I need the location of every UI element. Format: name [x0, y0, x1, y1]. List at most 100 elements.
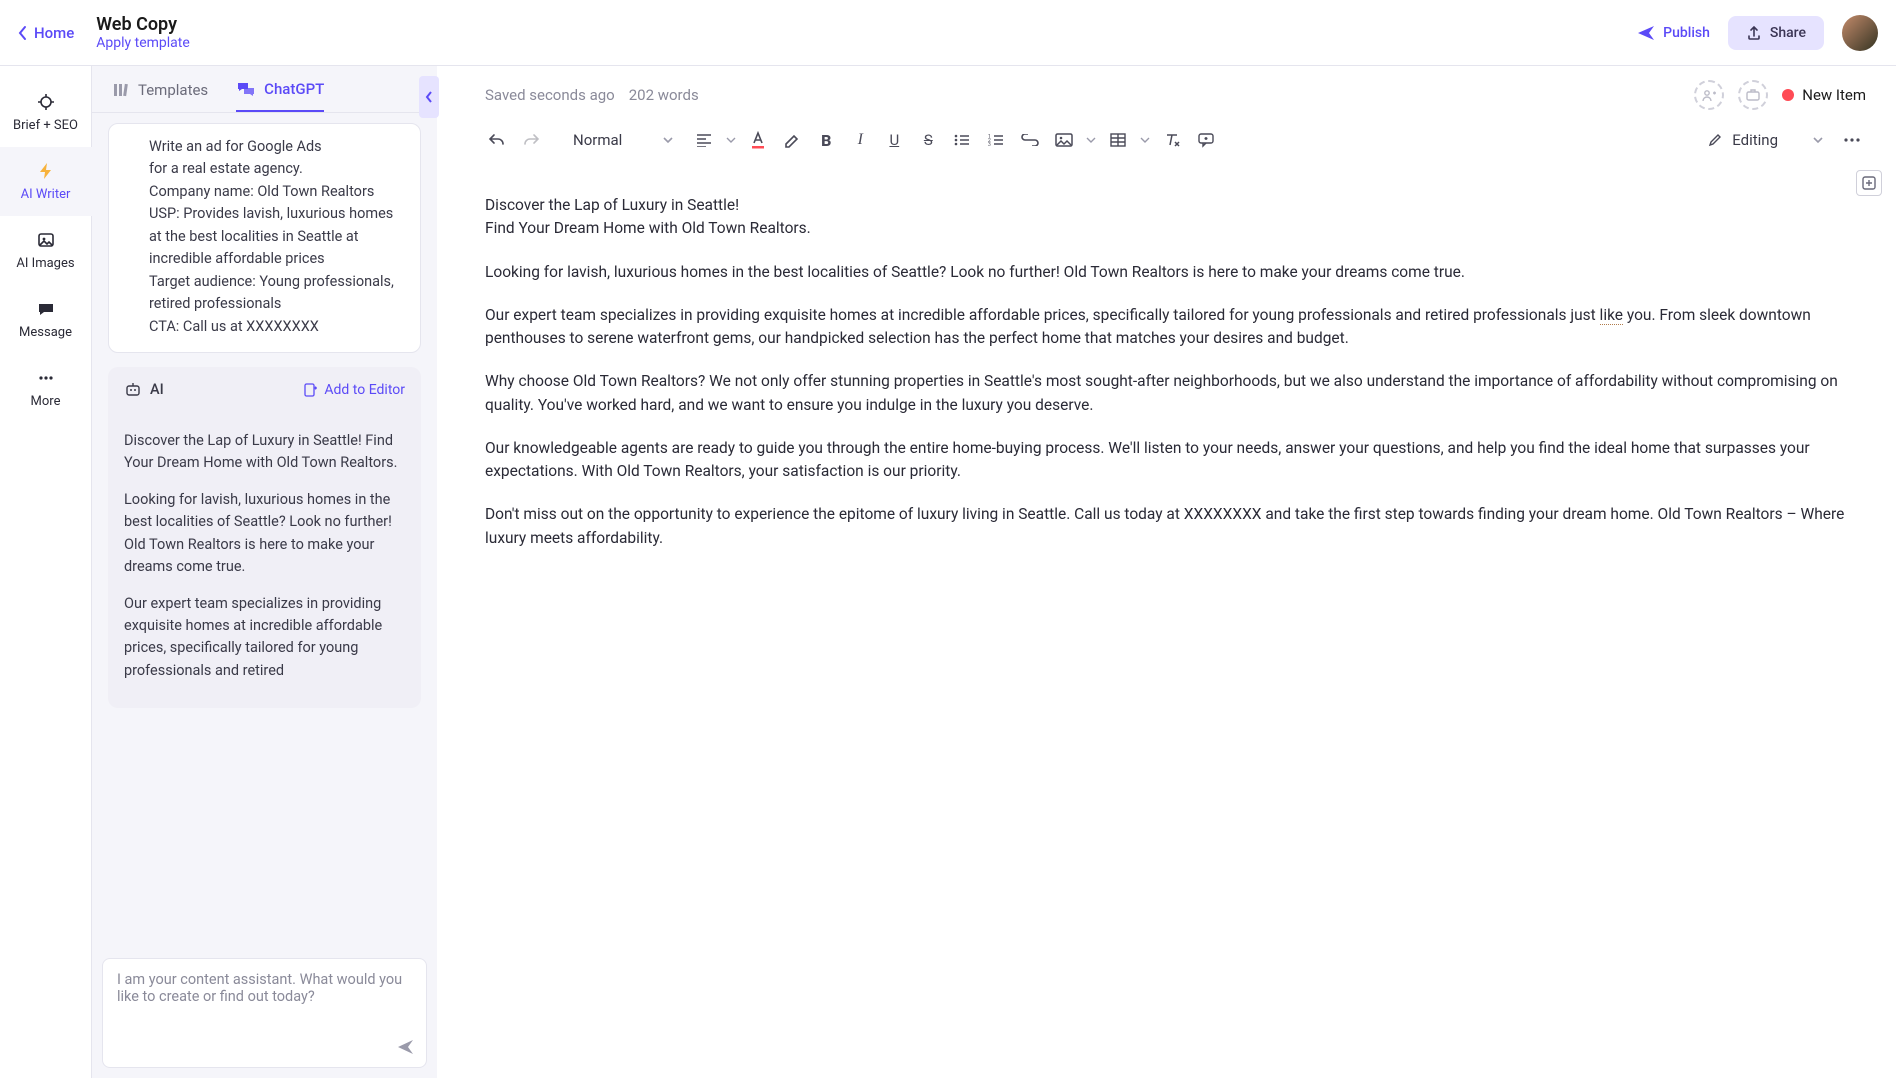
user-message-text: Write an ad for Google Ads for a real es… — [149, 138, 394, 335]
upload-icon — [1746, 25, 1762, 41]
user-plus-icon — [1701, 88, 1717, 102]
dots-icon — [36, 368, 56, 388]
chat-input-placeholder: I am your content assistant. What would … — [117, 971, 402, 1005]
ordered-list-button[interactable]: 123 — [982, 126, 1010, 154]
table-button[interactable] — [1104, 126, 1132, 154]
rail-brief-label: Brief + SEO — [13, 118, 78, 133]
strike-button[interactable]: S — [914, 126, 942, 154]
image-icon — [36, 230, 56, 250]
more-button[interactable] — [1838, 126, 1866, 154]
doc-paragraph: Discover the Lap of Luxury in Seattle! F… — [485, 194, 1848, 241]
templates-icon — [112, 81, 130, 99]
rail-message-label: Message — [19, 325, 72, 340]
format-select[interactable]: Normal — [563, 131, 684, 149]
dots-icon — [1844, 138, 1860, 142]
rail-brief-seo[interactable]: Brief + SEO — [0, 78, 92, 147]
bullet-list-button[interactable] — [948, 126, 976, 154]
send-button[interactable] — [396, 1037, 416, 1057]
avatar[interactable] — [1842, 15, 1878, 51]
side-panel: Templates ChatGPT Write an ad for Google… — [92, 66, 437, 1078]
briefcase-icon — [1745, 88, 1761, 102]
topbar: Home Web Copy Apply template Publish Sha… — [0, 0, 1896, 66]
publish-label: Publish — [1663, 25, 1710, 41]
chat-icon — [36, 299, 56, 319]
ai-message: AI Add to Editor Discover the Lap of Lux… — [108, 367, 421, 708]
italic-button[interactable]: I — [846, 126, 874, 154]
bold-button[interactable]: B — [812, 126, 840, 154]
underline-button[interactable]: U — [880, 126, 908, 154]
image-button[interactable] — [1050, 126, 1078, 154]
link-icon — [1021, 134, 1039, 146]
format-label: Normal — [573, 131, 622, 149]
rail-ai-writer[interactable]: AI Writer — [0, 147, 92, 216]
highlight-icon — [783, 132, 801, 148]
doc-paragraph: Our knowledgeable agents are ready to gu… — [485, 437, 1848, 484]
doc-title: Web Copy — [96, 14, 190, 35]
clear-format-button[interactable] — [1158, 126, 1186, 154]
ai-label-text: AI — [150, 379, 164, 401]
add-block-button[interactable] — [1856, 170, 1882, 196]
rail-message[interactable]: Message — [0, 285, 92, 354]
ordered-list-icon: 123 — [988, 133, 1004, 147]
bolt-icon — [36, 161, 56, 181]
send-icon — [1637, 25, 1655, 41]
publish-button[interactable]: Publish — [1637, 25, 1710, 41]
redo-button[interactable] — [517, 126, 545, 154]
align-left-icon — [696, 133, 712, 147]
redo-icon — [522, 132, 540, 148]
bullet-list-icon — [954, 133, 970, 147]
chat-scroll[interactable]: Write an ad for Google Ads for a real es… — [92, 113, 437, 948]
new-item-label: New Item — [1802, 86, 1866, 104]
document-body[interactable]: Discover the Lap of Luxury in Seattle! F… — [437, 166, 1896, 1078]
align-button[interactable] — [690, 126, 718, 154]
new-item-button[interactable]: New Item — [1782, 86, 1866, 104]
home-label: Home — [34, 24, 74, 42]
add-collaborator-button[interactable] — [1694, 80, 1724, 110]
rail-writer-label: AI Writer — [21, 187, 71, 202]
word-count: 202 words — [629, 86, 699, 104]
comment-button[interactable] — [1192, 126, 1220, 154]
italic-icon: I — [858, 131, 863, 149]
rail-more[interactable]: More — [0, 354, 92, 423]
image-chevron[interactable] — [1084, 126, 1098, 154]
saved-status: Saved seconds ago — [485, 86, 615, 104]
apply-template-link[interactable]: Apply template — [96, 35, 190, 51]
tab-chatgpt[interactable]: ChatGPT — [236, 80, 324, 112]
tab-templates[interactable]: Templates — [112, 81, 208, 111]
tab-templates-label: Templates — [138, 81, 208, 99]
doc-paragraph: Don't miss out on the opportunity to exp… — [485, 503, 1848, 550]
text-color-button[interactable] — [744, 126, 772, 154]
table-icon — [1110, 133, 1126, 147]
home-link[interactable]: Home — [18, 24, 74, 42]
spellcheck-word[interactable]: like — [1600, 306, 1623, 325]
add-to-editor-button[interactable]: Add to Editor — [304, 380, 405, 402]
table-chevron[interactable] — [1138, 126, 1152, 154]
rail-images-label: AI Images — [16, 256, 74, 271]
chevron-left-icon — [18, 25, 28, 41]
highlight-button[interactable] — [778, 126, 806, 154]
undo-button[interactable] — [483, 126, 511, 154]
doc-paragraph: Looking for lavish, luxurious homes in t… — [485, 261, 1848, 284]
chevron-left-icon — [425, 91, 433, 103]
chevron-down-icon — [726, 137, 736, 143]
collapse-panel-button[interactable] — [419, 76, 439, 118]
mode-select[interactable]: Editing — [1708, 131, 1824, 149]
robot-icon — [124, 382, 142, 398]
chevron-down-icon — [1086, 137, 1096, 143]
chat-input[interactable]: I am your content assistant. What would … — [102, 958, 427, 1068]
editor: Saved seconds ago 202 words New Item — [437, 66, 1896, 1078]
image-icon — [1055, 133, 1073, 147]
insert-icon — [304, 383, 318, 397]
add-to-editor-label: Add to Editor — [324, 380, 405, 402]
left-rail: Brief + SEO AI Writer AI Images Message … — [0, 66, 92, 1078]
target-icon — [36, 92, 56, 112]
share-button[interactable]: Share — [1728, 16, 1824, 50]
link-button[interactable] — [1016, 126, 1044, 154]
chat-bubbles-icon — [236, 80, 256, 98]
bold-icon: B — [821, 131, 831, 150]
rail-ai-images[interactable]: AI Images — [0, 216, 92, 285]
svg-text:3: 3 — [988, 142, 991, 147]
calendar-button[interactable] — [1738, 80, 1768, 110]
align-chevron[interactable] — [724, 126, 738, 154]
chevron-down-icon — [662, 136, 674, 144]
